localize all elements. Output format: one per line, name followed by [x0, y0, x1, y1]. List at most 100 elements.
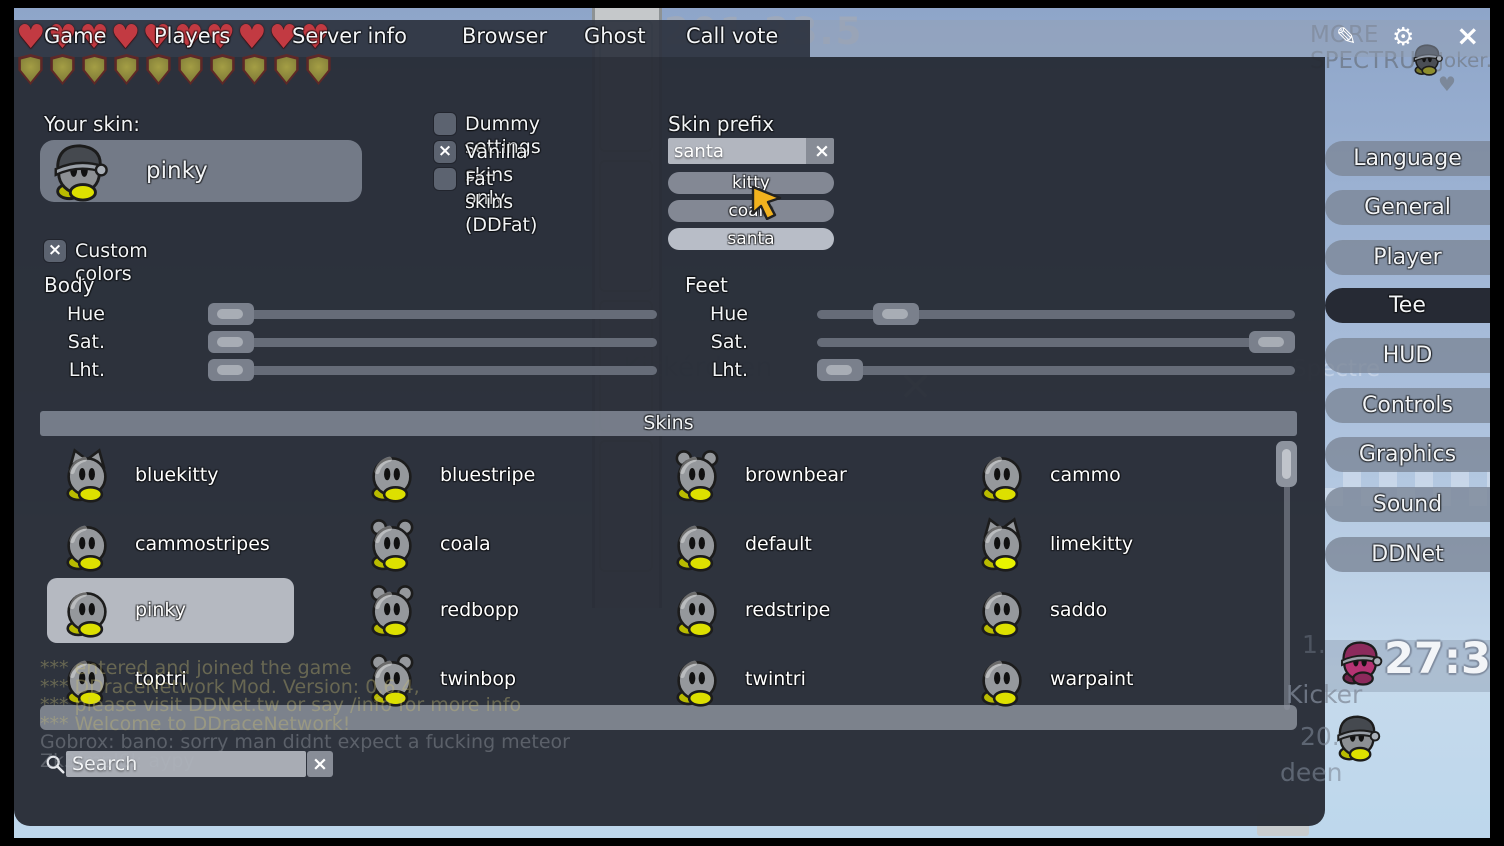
- record-band: [1325, 640, 1490, 692]
- menu-bar-background-right: [810, 20, 1490, 57]
- search-input[interactable]: [66, 751, 306, 777]
- shield-icon: [272, 54, 301, 85]
- skin-name: pinky: [135, 578, 186, 643]
- settings-gear-icon[interactable]: ⚙: [1392, 22, 1414, 51]
- editor-pencil-icon[interactable]: ✎: [1336, 22, 1357, 51]
- chat-line: Gobrox: bano: sorry man didnt expect a f…: [40, 731, 570, 750]
- tee-icon-toptri: [59, 651, 115, 707]
- search-icon: [44, 753, 66, 775]
- skin-item-toptri[interactable]: toptri: [47, 647, 294, 712]
- tab-language[interactable]: Language: [1325, 141, 1490, 176]
- skin-item-twinbop[interactable]: twinbop: [352, 647, 599, 712]
- skins-scrollbar-thumb[interactable]: [1276, 441, 1297, 487]
- feet-hue-slider[interactable]: [817, 310, 1295, 319]
- tab-hud[interactable]: HUD: [1325, 338, 1490, 373]
- skin-name: brownbear: [745, 443, 847, 508]
- prefix-button-santa[interactable]: santa: [668, 228, 834, 250]
- vanilla-skins-checkbox[interactable]: ×: [434, 141, 456, 163]
- tab-graphics[interactable]: Graphics: [1325, 437, 1490, 472]
- screen: 201:23.5 Kickérdeen Spectre × MORE SPECT…: [0, 0, 1504, 846]
- custom-colors-checkbox[interactable]: ×: [44, 240, 66, 262]
- menu-item-game[interactable]: Game: [44, 24, 107, 48]
- tee-icon-cammo: [974, 447, 1030, 503]
- skin-name: saddo: [1050, 578, 1107, 643]
- fat-skins-label: Fat skins (DDFat): [465, 168, 537, 237]
- skin-name: cammostripes: [135, 512, 270, 577]
- menu-item-server-info[interactable]: Server info: [292, 24, 407, 48]
- current-skin-name: pinky: [146, 140, 208, 202]
- skin-item-limekitty[interactable]: limekitty: [962, 512, 1209, 577]
- skin-item-redbopp[interactable]: redbopp: [352, 578, 599, 643]
- tee-icon-brownbear: [669, 447, 725, 503]
- tab-tee[interactable]: Tee: [1325, 288, 1490, 323]
- check-icon: ×: [434, 141, 456, 162]
- fat-skins-checkbox[interactable]: ×: [434, 168, 456, 190]
- shield-icon: [80, 54, 109, 85]
- feet-sat-slider[interactable]: [817, 338, 1295, 347]
- clear-search-icon[interactable]: ×: [307, 751, 333, 777]
- slider-handle[interactable]: [1249, 331, 1295, 353]
- tee-icon-bluestripe: [364, 447, 420, 503]
- slider-handle[interactable]: [873, 303, 919, 325]
- shield-icon: [304, 54, 333, 85]
- tee-icon-twintri: [669, 651, 725, 707]
- skin-item-bluekitty[interactable]: bluekitty: [47, 443, 294, 508]
- tee-icon-bluekitty: [59, 447, 115, 503]
- skin-item-cammostripes[interactable]: cammostripes: [47, 512, 294, 577]
- tee-icon-pinky: [59, 582, 115, 638]
- shield-icon: [208, 54, 237, 85]
- skin-preview-box: pinky: [40, 140, 362, 202]
- tab-ddnet[interactable]: DDNet: [1325, 537, 1490, 572]
- prefix-button-coala[interactable]: coala: [668, 200, 834, 222]
- menu-item-ghost[interactable]: Ghost: [584, 24, 646, 48]
- skin-item-redstripe[interactable]: redstripe: [657, 578, 904, 643]
- tee-icon-redbopp: [364, 582, 420, 638]
- feet-hue-row: Hue: [14, 303, 1325, 325]
- skin-name: twinbop: [440, 647, 516, 712]
- hue-label: Hue: [664, 303, 748, 325]
- tab-sound[interactable]: Sound: [1325, 487, 1490, 522]
- menu-item-call-vote[interactable]: Call vote: [686, 24, 778, 48]
- menu-item-players[interactable]: Players: [154, 24, 230, 48]
- shield-icon: [144, 54, 173, 85]
- shield-icon: [48, 54, 77, 85]
- skin-item-pinky[interactable]: pinky: [47, 578, 294, 643]
- feet-lht-slider[interactable]: [817, 366, 1295, 375]
- feet-lht-row: Lht.: [14, 359, 1325, 381]
- armor-shields: [16, 54, 333, 85]
- tee-icon-warpaint: [974, 651, 1030, 707]
- tee-icon-rank-20: [1332, 712, 1382, 762]
- skin-item-coala[interactable]: coala: [352, 512, 599, 577]
- skins-header: Skins: [40, 411, 1297, 436]
- tab-general[interactable]: General: [1325, 190, 1490, 225]
- shield-icon: [240, 54, 269, 85]
- dummy-settings-checkbox[interactable]: ×: [434, 113, 456, 135]
- skin-name: cammo: [1050, 443, 1121, 508]
- skin-item-twintri[interactable]: twintri: [657, 647, 904, 712]
- tab-player[interactable]: Player: [1325, 240, 1490, 275]
- close-icon[interactable]: ×: [1456, 19, 1479, 52]
- lht-label: Lht.: [664, 359, 748, 381]
- prefix-button-kitty[interactable]: kitty: [668, 172, 834, 194]
- heart-icon: ♥: [237, 17, 267, 56]
- tee-icon-current-skin: [48, 140, 110, 202]
- tee-icon-default: [669, 516, 725, 572]
- body-section-label: Body: [44, 273, 95, 297]
- skin-prefix-label: Skin prefix: [668, 112, 774, 136]
- skin-name: toptri: [135, 647, 187, 712]
- your-skin-label: Your skin:: [44, 112, 140, 136]
- slider-handle[interactable]: [817, 359, 863, 381]
- skin-item-bluestripe[interactable]: bluestripe: [352, 443, 599, 508]
- game-area: 201:23.5 Kickérdeen Spectre × MORE SPECT…: [14, 8, 1490, 838]
- skin-item-saddo[interactable]: saddo: [962, 578, 1209, 643]
- tab-controls[interactable]: Controls: [1325, 388, 1490, 423]
- skin-item-cammo[interactable]: cammo: [962, 443, 1209, 508]
- menu-item-browser[interactable]: Browser: [462, 24, 547, 48]
- skin-name: default: [745, 512, 812, 577]
- skin-item-warpaint[interactable]: warpaint: [962, 647, 1209, 712]
- skin-item-brownbear[interactable]: brownbear: [657, 443, 904, 508]
- skin-item-default[interactable]: default: [657, 512, 904, 577]
- heart-icon: ♥: [111, 17, 141, 56]
- skin-name: redbopp: [440, 578, 519, 643]
- clear-prefix-icon[interactable]: ×: [810, 138, 834, 164]
